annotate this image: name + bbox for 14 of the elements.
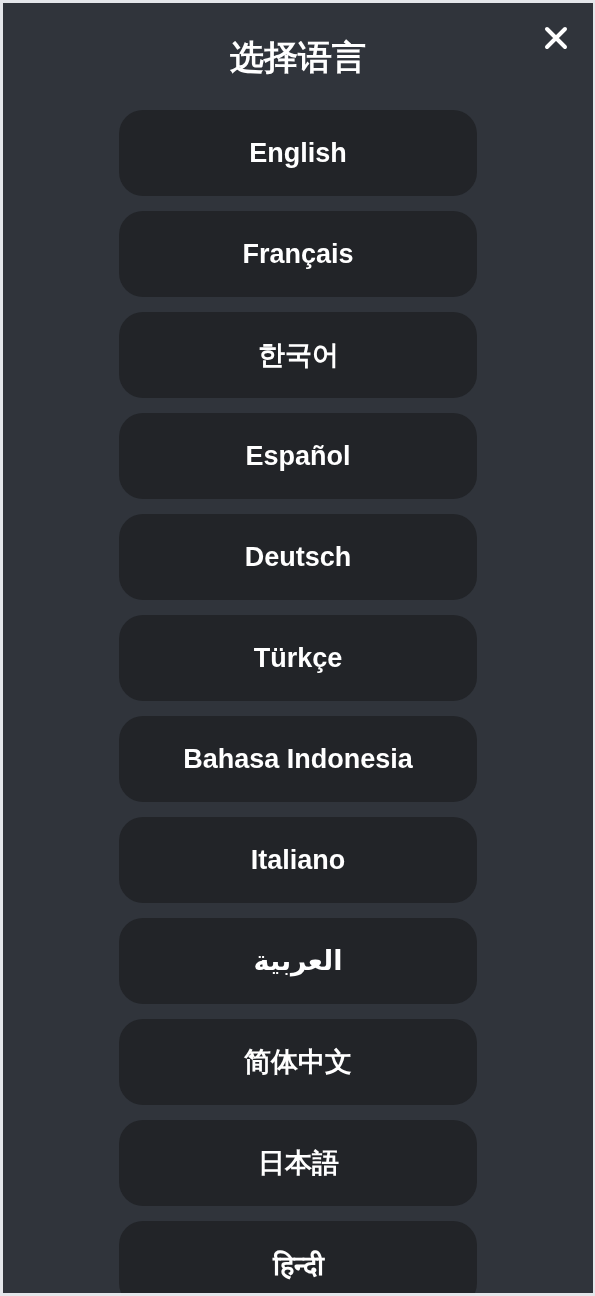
close-icon[interactable] (544, 26, 568, 50)
language-button[interactable]: Español (119, 413, 477, 499)
language-button[interactable]: Italiano (119, 817, 477, 903)
language-button[interactable]: हिन्दी (119, 1221, 477, 1293)
language-button[interactable]: Deutsch (119, 514, 477, 600)
language-button[interactable]: Türkçe (119, 615, 477, 701)
language-button[interactable]: Français (119, 211, 477, 297)
language-button[interactable]: 日本語 (119, 1120, 477, 1206)
language-button[interactable]: 한국어 (119, 312, 477, 398)
dialog-title: 选择语言 (230, 37, 366, 78)
language-button[interactable]: English (119, 110, 477, 196)
language-button[interactable]: Bahasa Indonesia (119, 716, 477, 802)
language-button[interactable]: 简体中文 (119, 1019, 477, 1105)
language-button[interactable]: العربية (119, 918, 477, 1004)
